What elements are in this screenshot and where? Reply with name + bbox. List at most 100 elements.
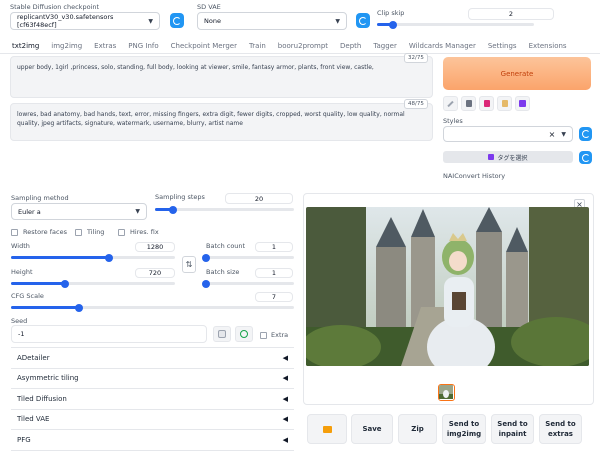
restore-faces-checkbox[interactable]: Restore faces [11, 228, 67, 236]
collapse-arrow-icon: ◀ [282, 415, 288, 424]
tab-depth[interactable]: Depth [334, 42, 367, 50]
accordion-label: Asymmetric tiling [17, 374, 79, 383]
width-fill [11, 256, 110, 259]
vae-value: None [204, 17, 221, 25]
cfg-scale-knob[interactable] [74, 303, 83, 312]
checkpoint-label: Stable Diffusion checkpoint [10, 3, 100, 11]
batch-count-knob[interactable] [202, 253, 210, 262]
zip-button[interactable]: Zip [398, 414, 437, 444]
extra-seed-checkbox[interactable]: Extra [260, 331, 288, 339]
cfg-scale-input[interactable]: 7 [255, 292, 293, 302]
checkbox-box[interactable] [11, 228, 18, 236]
negative-prompt-textarea[interactable]: lowres, bad anatomy, bad hands, text, er… [10, 103, 433, 141]
swap-dimensions-button[interactable]: ⇅ [182, 256, 196, 273]
tabs-divider [0, 53, 600, 54]
random-seed-button[interactable] [213, 326, 231, 342]
batch-count-label: Batch count [206, 242, 246, 250]
vae-select[interactable]: None ▼ [197, 12, 347, 30]
batch-count-input[interactable]: 1 [255, 242, 293, 252]
generated-image[interactable] [306, 207, 589, 366]
batch-size-knob[interactable] [202, 279, 210, 288]
height-input[interactable]: 720 [135, 268, 175, 278]
seed-input[interactable]: -1 [11, 325, 207, 343]
open-folder-button[interactable] [307, 414, 347, 444]
book-icon[interactable] [479, 96, 494, 111]
width-slider[interactable] [11, 253, 175, 262]
main-tabs: txt2img img2img Extras PNG Info Checkpoint M… [6, 42, 573, 50]
accordion-adetailer[interactable]: ADetailer ◀ [11, 348, 294, 369]
clip-skip-slider[interactable] [377, 20, 534, 29]
tab-tagger[interactable]: Tagger [367, 42, 402, 50]
refresh-icon [581, 130, 590, 138]
trash-icon[interactable] [461, 96, 476, 111]
action-buttons: Save Zip Send to img2img Send to inpaint Sen… [351, 414, 582, 444]
tab-png-info[interactable]: PNG Info [122, 42, 164, 50]
tab-settings[interactable]: Settings [482, 42, 523, 50]
checkbox-box[interactable] [75, 228, 82, 236]
tiling-label: Tiling [87, 228, 105, 236]
clear-icon[interactable]: × [549, 130, 556, 139]
send-to-inpaint-button[interactable]: Send to inpaint [491, 414, 534, 444]
tab-wildcards-manager[interactable]: Wildcards Manager [403, 42, 482, 50]
tiling-checkbox[interactable]: Tiling [75, 228, 104, 236]
hires-fix-checkbox[interactable]: Hires. fix [118, 228, 159, 236]
checkbox-box[interactable] [260, 331, 267, 339]
chevron-down-icon: ▼ [335, 17, 340, 25]
swap-icon: ⇅ [185, 260, 193, 269]
cfg-scale-label: CFG Scale [11, 292, 44, 300]
reuse-seed-button[interactable] [235, 326, 253, 342]
send-to-extras-button[interactable]: Send to extras [539, 414, 582, 444]
collapse-arrow-icon: ◀ [282, 394, 288, 403]
refresh-tags-button[interactable] [579, 151, 592, 164]
width-input[interactable]: 1280 [135, 242, 175, 252]
sampling-method-select[interactable]: Euler a ▼ [11, 203, 147, 220]
width-knob[interactable] [105, 253, 114, 262]
generate-button[interactable]: Generate [443, 57, 591, 90]
clipboard-icon[interactable] [497, 96, 512, 111]
chevron-down-icon: ▼ [135, 208, 140, 215]
tab-train[interactable]: Train [243, 42, 272, 50]
pencil-icon[interactable] [443, 96, 458, 111]
nai-history-link[interactable]: NAIConvert History [443, 172, 505, 180]
tab-extras[interactable]: Extras [88, 42, 122, 50]
clip-skip-input[interactable]: 2 [468, 8, 554, 20]
accordion-asymmetric-tiling[interactable]: Asymmetric tiling ◀ [11, 368, 294, 389]
prompt-textarea[interactable]: upper body, 1girl ,princess, solo, stand… [10, 56, 433, 98]
accordion-tiled-diffusion[interactable]: Tiled Diffusion ◀ [11, 389, 294, 410]
batch-count-slider[interactable] [202, 253, 294, 262]
height-slider[interactable] [11, 279, 175, 288]
batch-size-input[interactable]: 1 [255, 268, 293, 278]
checkpoint-select[interactable]: replicantV30_v30.safetensors [cf63f48ecf… [10, 12, 160, 30]
tab-checkpoint-merger[interactable]: Checkpoint Merger [165, 42, 243, 50]
sampling-steps-knob[interactable] [169, 205, 178, 214]
batch-size-slider[interactable] [202, 279, 294, 288]
tab-txt2img[interactable]: txt2img [6, 42, 45, 50]
sampling-steps-input[interactable]: 20 [225, 193, 293, 204]
clip-skip-knob[interactable] [388, 20, 397, 29]
send-to-img2img-button[interactable]: Send to img2img [442, 414, 486, 444]
styles-select[interactable]: × ▼ [443, 126, 573, 142]
accordion-tiled-vae[interactable]: Tiled VAE ◀ [11, 409, 294, 430]
checkbox-box[interactable] [118, 228, 125, 236]
collapse-arrow-icon: ◀ [282, 353, 288, 362]
tab-img2img[interactable]: img2img [45, 42, 88, 50]
refresh-vae-button[interactable] [356, 13, 370, 28]
cfg-scale-slider[interactable] [11, 303, 294, 312]
accordion-label: ADetailer [17, 353, 50, 362]
accordion-label: Tiled VAE [17, 415, 50, 424]
recycle-icon [240, 330, 248, 338]
height-knob[interactable] [61, 279, 70, 288]
tab-extensions[interactable]: Extensions [523, 42, 573, 50]
refresh-styles-button[interactable] [579, 127, 592, 141]
extension-accordions: ADetailer ◀ Asymmetric tiling ◀ Tiled Diffus… [11, 347, 294, 451]
tag-select-button[interactable]: タグを選択 [443, 151, 573, 163]
hires-fix-label: Hires. fix [130, 228, 159, 236]
save-style-icon[interactable] [515, 96, 530, 111]
accordion-label: PFG [17, 435, 31, 444]
save-button[interactable]: Save [351, 414, 393, 444]
gallery-thumbnail[interactable] [438, 384, 455, 401]
sampling-steps-slider[interactable] [155, 205, 294, 214]
accordion-pfg[interactable]: PFG ◀ [11, 430, 294, 451]
tab-booru2prompt[interactable]: booru2prompt [272, 42, 334, 50]
refresh-checkpoint-button[interactable] [170, 13, 184, 28]
